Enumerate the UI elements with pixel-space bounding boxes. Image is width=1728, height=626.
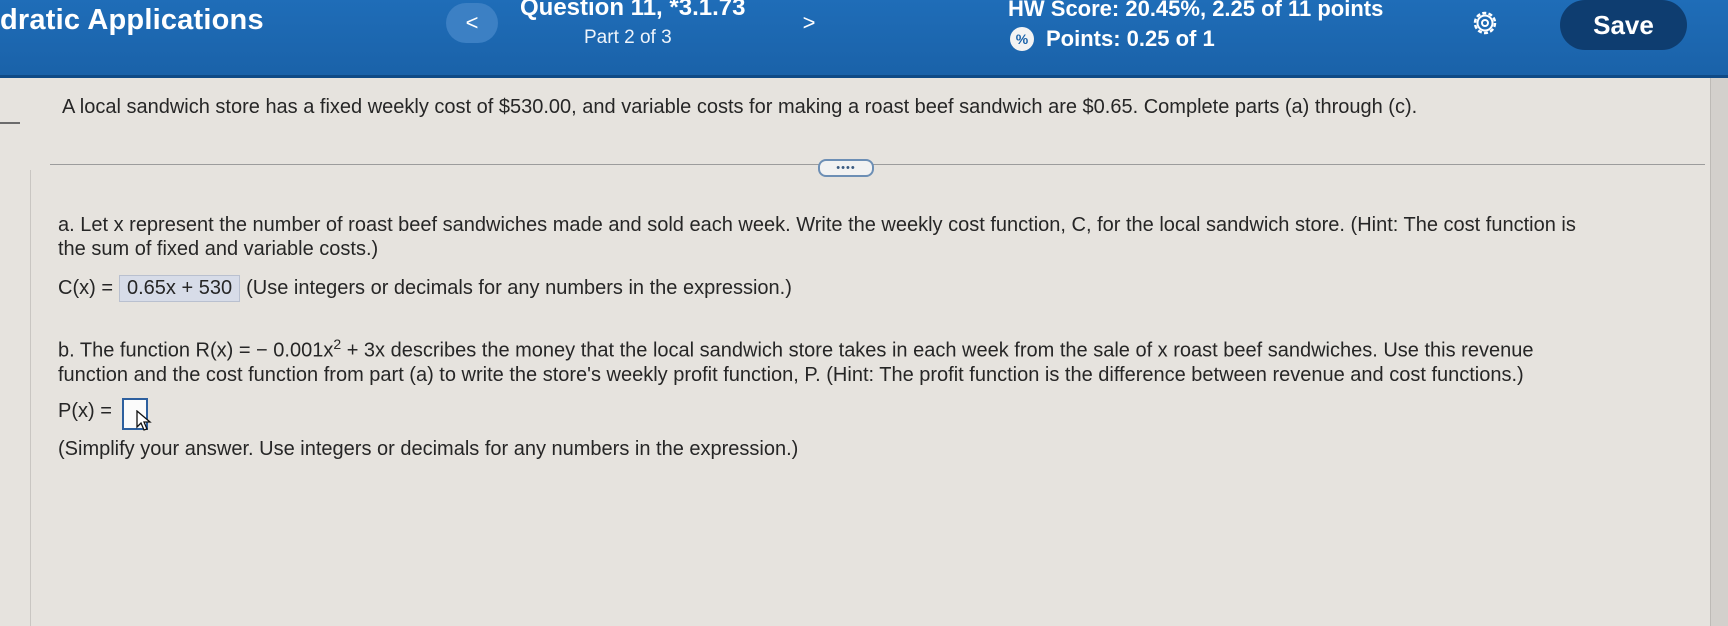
part-a-text-line1: a. Let x represent the number of roast b… xyxy=(58,214,1576,236)
exponent-2: 2 xyxy=(333,336,342,352)
left-divider xyxy=(30,170,31,626)
mouse-cursor-icon xyxy=(136,409,152,437)
question-title: Question 11, *3.1.73 xyxy=(520,0,746,21)
previous-question-button[interactable]: < xyxy=(446,3,498,43)
right-scrollbar[interactable] xyxy=(1710,78,1728,626)
part-a-answer-row: C(x) = 0.65x + 530 (Use integers or decima… xyxy=(58,275,792,302)
part-b-line1-pre: b. The function R(x) = − 0.001x xyxy=(58,339,334,362)
hw-score: HW Score: 20.45%, 2.25 of 11 points xyxy=(1008,0,1384,21)
part-a-text-line2: the sum of fixed and variable costs.) xyxy=(58,238,379,260)
points-text: Points: 0.25 of 1 xyxy=(1046,26,1215,51)
profit-function-label: P(x) = xyxy=(58,400,112,422)
expand-ellipsis-button[interactable]: •••• xyxy=(818,159,874,177)
part-b-text-line1: b. The function R(x) = − 0.001x2 + 3x de… xyxy=(58,336,1533,363)
left-edge-mark xyxy=(0,122,20,124)
app-title: dratic Applications xyxy=(0,4,264,36)
header-bar: dratic Applications < Question 11, *3.1.… xyxy=(0,0,1728,78)
chevron-right-icon: > xyxy=(802,10,816,35)
settings-gear-icon[interactable] xyxy=(1468,6,1502,40)
save-button[interactable]: Save xyxy=(1560,0,1687,50)
problem-intro: A local sandwich store has a fixed weekl… xyxy=(62,96,1418,118)
cost-function-label: C(x) = xyxy=(58,277,113,299)
next-question-button[interactable]: > xyxy=(783,3,835,43)
question-part: Part 2 of 3 xyxy=(584,27,672,48)
points-row: % Points: 0.25 of 1 xyxy=(1010,26,1215,52)
part-b-text-line2: function and the cost function from part… xyxy=(58,364,1524,386)
part-a-note: (Use integers or decimals for any number… xyxy=(246,277,792,299)
cost-function-answer[interactable]: 0.65x + 530 xyxy=(119,275,241,302)
part-b-line1-post: + 3x describes the money that the local … xyxy=(341,339,1534,362)
section-divider xyxy=(50,164,1705,165)
partial-credit-icon: % xyxy=(1010,27,1034,51)
chevron-left-icon: < xyxy=(465,10,479,35)
part-b-note: (Simplify your answer. Use integers or d… xyxy=(58,438,799,460)
